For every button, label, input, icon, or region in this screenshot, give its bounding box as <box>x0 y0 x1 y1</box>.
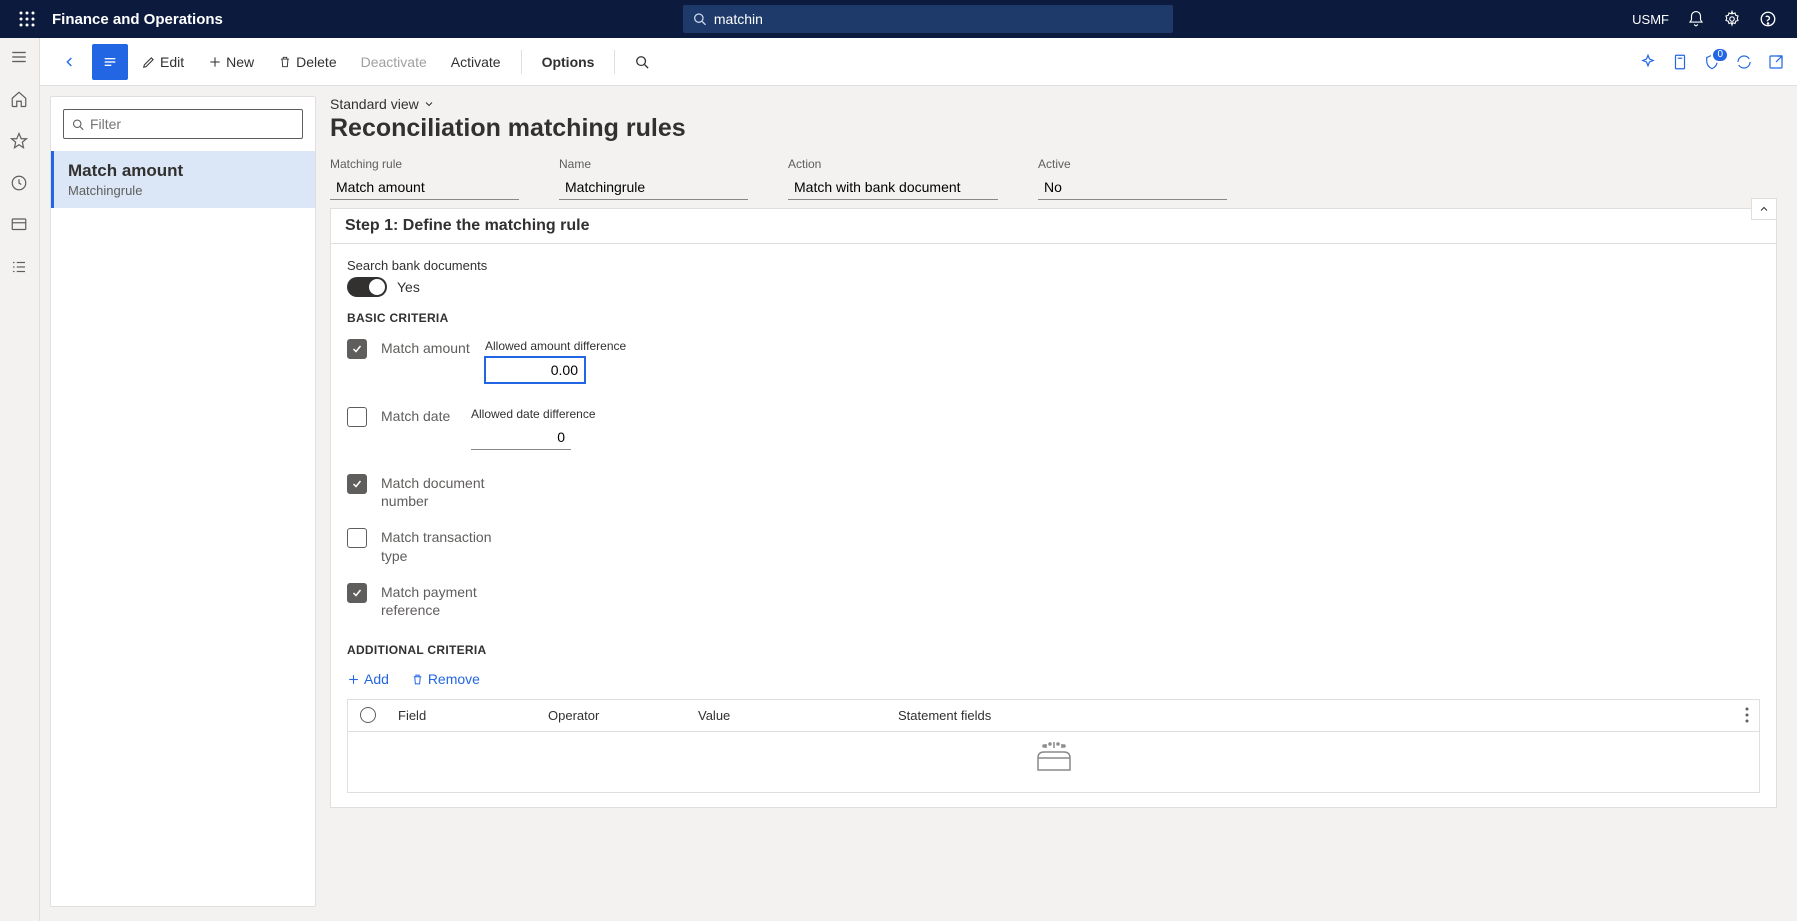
separator <box>614 50 615 74</box>
notification-shield-icon[interactable]: 0 <box>1703 53 1721 71</box>
refresh-icon[interactable] <box>1735 53 1753 71</box>
match-date-checkbox[interactable] <box>347 407 367 427</box>
criteria-label: Match amount <box>381 339 471 357</box>
filter-box[interactable] <box>63 109 303 139</box>
field-label: Name <box>559 157 748 171</box>
action-field[interactable] <box>788 175 998 200</box>
copilot-icon[interactable] <box>1639 53 1657 71</box>
workspace-icon[interactable] <box>10 216 30 236</box>
field-label: Allowed amount difference <box>485 339 626 353</box>
detail-panel: Standard view Reconciliation matching ru… <box>330 96 1783 907</box>
hamburger-icon[interactable] <box>10 48 30 68</box>
plus-icon <box>347 673 360 686</box>
list-view-button[interactable] <box>92 44 128 80</box>
separator <box>521 50 522 74</box>
match-amount-checkbox[interactable] <box>347 339 367 359</box>
global-search[interactable] <box>683 5 1173 33</box>
match-payref-checkbox[interactable] <box>347 583 367 603</box>
chevron-up-icon <box>1758 203 1770 215</box>
action-bar: Edit New Delete Deactivate Activate Opti… <box>40 38 1797 86</box>
trash-icon <box>278 55 292 69</box>
field-label: Action <box>788 157 998 171</box>
add-button[interactable]: Add <box>347 671 389 687</box>
star-icon[interactable] <box>10 132 30 152</box>
step-card: Step 1: Define the matching rule Search … <box>330 208 1777 808</box>
filter-input[interactable] <box>90 116 294 132</box>
search-input[interactable] <box>714 11 1163 27</box>
help-icon[interactable] <box>1759 10 1777 28</box>
basic-criteria-title: BASIC CRITERIA <box>347 311 1760 325</box>
pencil-icon <box>142 55 156 69</box>
left-nav-rail <box>0 38 40 921</box>
criteria-label: Match payment reference <box>381 583 501 619</box>
toggle-value: Yes <box>397 279 420 295</box>
match-txntype-checkbox[interactable] <box>347 528 367 548</box>
criteria-grid: Field Operator Value Statement fields <box>347 699 1760 793</box>
select-all-radio[interactable] <box>348 707 388 723</box>
list-panel: Match amount Matchingrule <box>50 96 316 907</box>
criteria-label: Match date <box>381 407 457 425</box>
search-icon <box>72 118 84 131</box>
attach-icon[interactable] <box>1671 53 1689 71</box>
matching-rule-field[interactable] <box>330 175 519 200</box>
popout-icon[interactable] <box>1767 53 1785 71</box>
list-item-sub: Matchingrule <box>68 183 301 198</box>
top-bar: Finance and Operations USMF <box>0 0 1797 38</box>
company-label[interactable]: USMF <box>1632 12 1669 27</box>
deactivate-button: Deactivate <box>351 44 437 80</box>
waffle-icon[interactable] <box>8 11 46 27</box>
header-fields: Matching rule Name Action Active <box>330 157 1777 200</box>
col-statement[interactable]: Statement fields <box>888 708 1038 723</box>
field-label: Active <box>1038 157 1227 171</box>
additional-criteria-title: ADDITIONAL CRITERIA <box>347 643 1760 657</box>
active-field[interactable] <box>1038 175 1227 200</box>
list-item-title: Match amount <box>68 161 301 181</box>
page-title: Reconciliation matching rules <box>330 114 1777 143</box>
search-docs-toggle[interactable] <box>347 277 387 297</box>
plus-icon <box>208 55 222 69</box>
back-button[interactable] <box>52 44 88 80</box>
grid-menu-icon[interactable] <box>1735 707 1759 723</box>
gear-icon[interactable] <box>1723 10 1741 28</box>
new-button[interactable]: New <box>198 44 264 80</box>
search-icon <box>635 55 649 69</box>
search-docs-label: Search bank documents <box>347 258 1760 273</box>
col-field[interactable]: Field <box>388 708 538 723</box>
collapse-button[interactable] <box>1751 198 1777 220</box>
col-value[interactable]: Value <box>688 708 888 723</box>
match-docnum-checkbox[interactable] <box>347 474 367 494</box>
main-area: Edit New Delete Deactivate Activate Opti… <box>40 38 1797 921</box>
grid-header: Field Operator Value Statement fields <box>348 700 1759 732</box>
col-operator[interactable]: Operator <box>538 708 688 723</box>
home-icon[interactable] <box>10 90 30 110</box>
list-item[interactable]: Match amount Matchingrule <box>51 151 315 208</box>
page-search-button[interactable] <box>625 44 659 80</box>
step-header[interactable]: Step 1: Define the matching rule <box>331 209 1776 244</box>
empty-icon <box>1030 738 1078 778</box>
delete-button[interactable]: Delete <box>268 44 346 80</box>
notif-badge: 0 <box>1711 47 1729 63</box>
app-title: Finance and Operations <box>52 11 223 28</box>
field-label: Matching rule <box>330 157 519 171</box>
allowed-amount-input[interactable] <box>485 357 585 383</box>
content-area: Match amount Matchingrule Standard view … <box>40 86 1797 921</box>
edit-button[interactable]: Edit <box>132 44 194 80</box>
view-selector[interactable]: Standard view <box>330 96 1777 112</box>
options-button[interactable]: Options <box>532 44 605 80</box>
chevron-down-icon <box>423 98 435 110</box>
field-label: Allowed date difference <box>471 407 596 421</box>
grid-empty-state <box>348 732 1759 792</box>
allowed-date-input[interactable] <box>471 425 571 450</box>
criteria-label: Match transaction type <box>381 528 521 564</box>
trash-icon <box>411 673 424 686</box>
activate-button[interactable]: Activate <box>441 44 511 80</box>
search-icon <box>693 12 706 26</box>
bell-icon[interactable] <box>1687 10 1705 28</box>
criteria-label: Match document number <box>381 474 501 510</box>
name-field[interactable] <box>559 175 748 200</box>
remove-button[interactable]: Remove <box>411 671 480 687</box>
clock-icon[interactable] <box>10 174 30 194</box>
modules-icon[interactable] <box>10 258 30 278</box>
